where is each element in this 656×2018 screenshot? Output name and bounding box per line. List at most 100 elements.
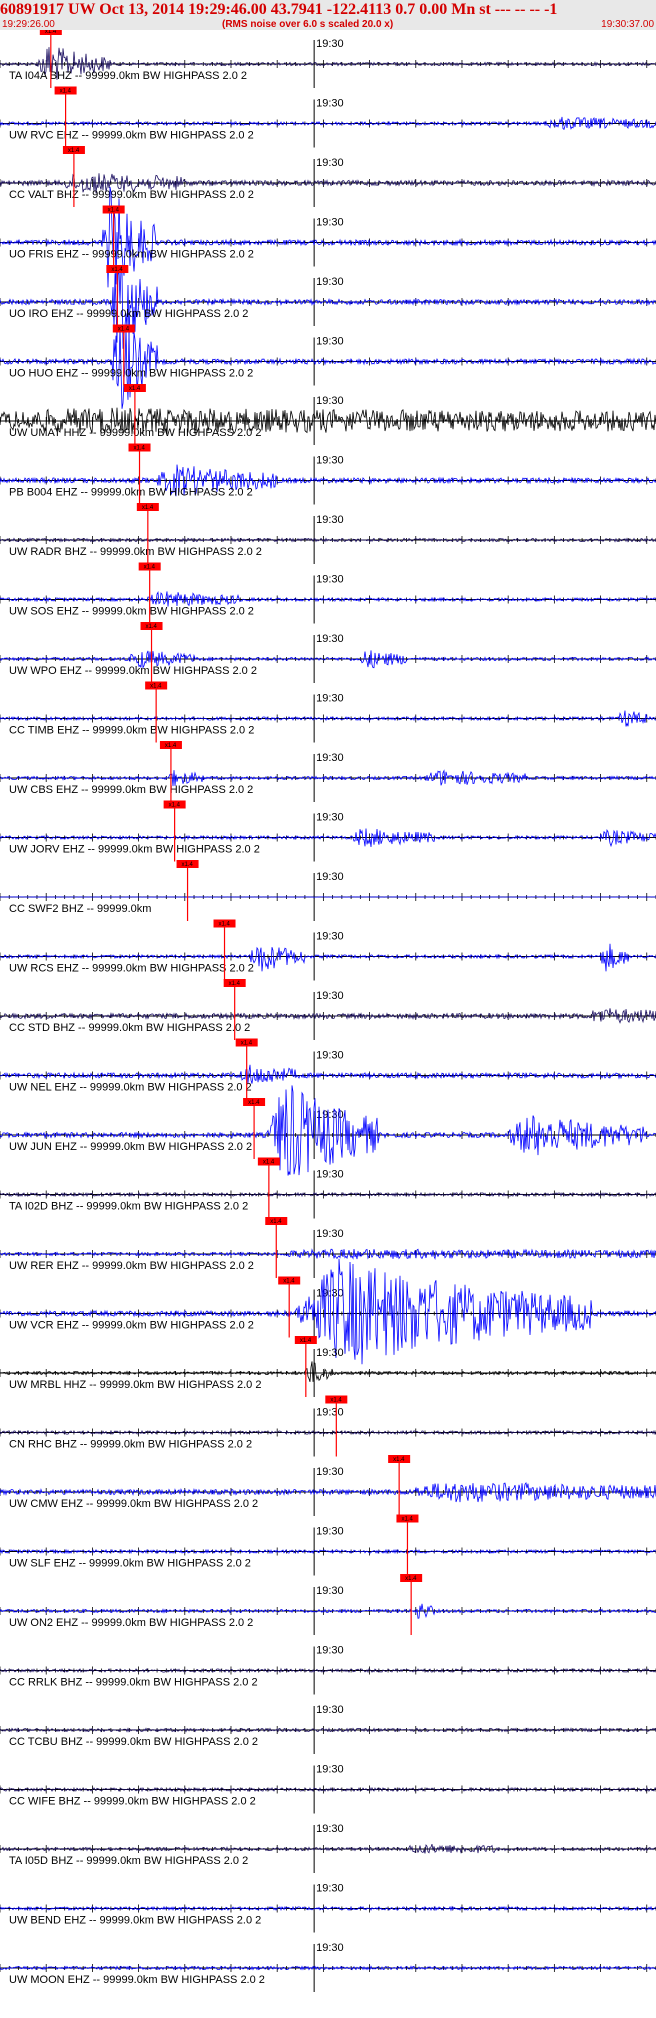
station-label: CC WIFE BHZ -- 99999.0km BW HIGHPASS 2.0… xyxy=(9,1796,256,1808)
pick-label: x1.4 xyxy=(146,624,158,630)
minute-tick-label: 19:30 xyxy=(316,217,344,229)
pick-label: x1.4 xyxy=(300,1338,312,1344)
station-row: 19:30 CC SWF2 BHZ -- 99999.0km x1.4 xyxy=(0,860,656,921)
pick-label: x1.4 xyxy=(129,386,141,392)
minute-tick-label: 19:30 xyxy=(316,1288,344,1300)
minute-tick-label: 19:30 xyxy=(316,1050,344,1062)
minute-tick-label: 19:30 xyxy=(316,1704,344,1716)
station-row: 19:30 UW RVC EHZ -- 99999.0km BW HIGHPASS… xyxy=(0,86,656,148)
minute-tick-label: 19:30 xyxy=(316,98,344,110)
station-row: 19:30 CN RHC BHZ -- 99999.0km BW HIGHPASS… xyxy=(0,1395,656,1457)
station-row: 19:30 UO FRIS EHZ -- 99999.0km BW HIGHPAS… xyxy=(0,186,656,288)
station-row: 19:30 UW MOON EHZ -- 99999.0km BW HIGHPAS… xyxy=(0,1942,656,1992)
station-label: UW RCS EHZ -- 99999.0km BW HIGHPASS 2.0 … xyxy=(9,963,254,975)
pick-label: x1.4 xyxy=(219,922,231,928)
minute-tick-label: 19:30 xyxy=(316,812,344,824)
pick-label: x1.4 xyxy=(229,981,241,987)
station-row: 19:30 UW CBS EHZ -- 99999.0km BW HIGHPASS… xyxy=(0,741,656,802)
minute-tick-label: 19:30 xyxy=(316,990,344,1002)
minute-tick-label: 19:30 xyxy=(316,395,344,407)
waveform-trace xyxy=(0,537,656,543)
pick-label: x1.4 xyxy=(169,803,181,809)
station-row: 19:30 CC WIFE BHZ -- 99999.0km BW HIGHPAS… xyxy=(0,1764,656,1814)
station-row: 19:30UW UMAT HHZ -- 99999.0km BW HIGHPAS… xyxy=(0,384,656,445)
pick-label: x1.4 xyxy=(142,505,154,511)
pick-label: x1.4 xyxy=(270,1219,282,1225)
station-row: 19:30 CC VALT BHZ -- 99999.0km BW HIGHPAS… xyxy=(0,146,656,207)
station-label: CN RHC BHZ -- 99999.0km BW HIGHPASS 2.0 … xyxy=(9,1439,252,1451)
pick-label: x1.4 xyxy=(241,1041,253,1047)
pick-label: x1.4 xyxy=(405,1576,417,1582)
station-label: UO IRO EHZ -- 99999.0km BW HIGHPASS 2.0 … xyxy=(9,308,248,320)
pick-label: x1.4 xyxy=(144,565,156,571)
station-label: TA I05D BHZ -- 99999.0km BW HIGHPASS 2.0… xyxy=(9,1855,248,1867)
station-row: 19:30 PB B004 EHZ -- 99999.0km BW HIGHPAS… xyxy=(0,443,656,505)
pick-label: x1.4 xyxy=(68,148,80,154)
pick-label: x1.4 xyxy=(45,30,57,35)
station-label: UW SOS EHZ -- 99999.0km BW HIGHPASS 2.0 … xyxy=(9,606,254,618)
station-row: 19:30 UW NEL EHZ -- 99999.0km BW HIGHPASS… xyxy=(0,1038,656,1100)
minute-tick-label: 19:30 xyxy=(316,1526,344,1538)
waveform-trace xyxy=(0,590,656,607)
waveform-trace xyxy=(0,1085,656,1176)
pick-label: x1.4 xyxy=(118,327,130,333)
station-label: UW CMW EHZ -- 99999.0km BW HIGHPASS 2.0 … xyxy=(9,1498,258,1510)
minute-tick-label: 19:30 xyxy=(316,693,344,705)
minute-tick-label: 19:30 xyxy=(316,1764,344,1776)
minute-tick-label: 19:30 xyxy=(316,1347,344,1359)
waveform-trace xyxy=(0,186,656,288)
station-label: PB B004 EHZ -- 99999.0km BW HIGHPASS 2.0… xyxy=(9,487,253,499)
pick-label: x1.4 xyxy=(393,1457,405,1463)
seismogram-chart: 19:30 TA I04A BHZ -- 99999.0km BW HIGHPAS… xyxy=(0,30,656,1992)
station-row: 19:30 UW JUN EHZ -- 99999.0km BW HIGHPASS… xyxy=(0,1085,656,1176)
pick-label: x1.4 xyxy=(182,862,194,868)
station-label: UO HUO EHZ -- 99999.0km BW HIGHPASS 2.0 … xyxy=(9,368,253,380)
pick-label: x1.4 xyxy=(248,1100,260,1106)
station-row: 19:30 UW SLF EHZ -- 99999.0km BW HIGHPASS… xyxy=(0,1514,656,1576)
pick-label: x1.4 xyxy=(108,208,120,214)
minute-tick-label: 19:30 xyxy=(316,38,344,50)
pick-label: x1.4 xyxy=(283,1279,295,1285)
station-label: UW MOON EHZ -- 99999.0km BW HIGHPASS 2.0… xyxy=(9,1974,265,1986)
station-label: UW NEL EHZ -- 99999.0km BW HIGHPASS 2.0 … xyxy=(9,1082,252,1094)
minute-tick-label: 19:30 xyxy=(316,455,344,467)
pick-label: x1.4 xyxy=(111,267,123,273)
pick-label: x1.4 xyxy=(263,1160,275,1166)
pick-label: x1.4 xyxy=(165,743,177,749)
header: 60891917 UW Oct 13, 2014 19:29:46.00 43.… xyxy=(0,0,656,30)
station-row: 19:30 UW BEND EHZ -- 99999.0km BW HIGHPAS… xyxy=(0,1883,656,1933)
station-label: CC TCBU BHZ -- 99999.0km BW HIGHPASS 2.0… xyxy=(9,1736,258,1748)
minute-tick-label: 19:30 xyxy=(316,871,344,883)
minute-tick-label: 19:30 xyxy=(316,1109,344,1121)
station-row: 19:30 UW MRBL HHZ -- 99999.0km BW HIGHPAS… xyxy=(0,1336,656,1397)
station-label: UW WPO EHZ -- 99999.0km BW HIGHPASS 2.0 … xyxy=(9,665,257,677)
minute-tick-label: 19:30 xyxy=(316,633,344,645)
station-label: UW RVC EHZ -- 99999.0km BW HIGHPASS 2.0 … xyxy=(9,130,254,142)
pick-label: x1.4 xyxy=(330,1398,342,1404)
minute-tick-label: 19:30 xyxy=(316,1645,344,1657)
station-label: CC RRLK BHZ -- 99999.0km BW HIGHPASS 2.0… xyxy=(9,1677,258,1689)
station-label: UW RER EHZ -- 99999.0km BW HIGHPASS 2.0 … xyxy=(9,1260,254,1272)
station-row: 19:30 UW CMW EHZ -- 99999.0km BW HIGHPASS… xyxy=(0,1455,656,1516)
station-row: 19:30 UW RADR BHZ -- 99999.0km BW HIGHPAS… xyxy=(0,503,656,564)
minute-tick-label: 19:30 xyxy=(316,1466,344,1478)
minute-tick-label: 19:30 xyxy=(316,276,344,288)
station-label: CC TIMB EHZ -- 99999.0km BW HIGHPASS 2.0… xyxy=(9,725,254,737)
station-label: UW CBS EHZ -- 99999.0km BW HIGHPASS 2.0 … xyxy=(9,784,253,796)
station-label: UW BEND EHZ -- 99999.0km BW HIGHPASS 2.0… xyxy=(9,1915,261,1927)
minute-tick-label: 19:30 xyxy=(316,1942,344,1954)
pick-label: x1.4 xyxy=(150,684,162,690)
minute-tick-label: 19:30 xyxy=(316,1585,344,1597)
station-row: 19:30 TA I04A BHZ -- 99999.0km BW HIGHPAS… xyxy=(0,30,656,88)
minute-tick-label: 19:30 xyxy=(316,336,344,348)
station-row: 19:30 CC TIMB EHZ -- 99999.0km BW HIGHPAS… xyxy=(0,681,656,743)
minute-tick-label: 19:30 xyxy=(316,1407,344,1419)
station-row: 19:30 UW SOS EHZ -- 99999.0km BW HIGHPASS… xyxy=(0,562,656,624)
minute-tick-label: 19:30 xyxy=(316,1228,344,1240)
station-row: 19:30 UW RER EHZ -- 99999.0km BW HIGHPASS… xyxy=(0,1217,656,1278)
station-label: UW JUN EHZ -- 99999.0km BW HIGHPASS 2.0 … xyxy=(9,1141,252,1153)
station-label: UO FRIS EHZ -- 99999.0km BW HIGHPASS 2.0… xyxy=(9,249,254,261)
station-row: 19:30 TA I02D BHZ -- 99999.0km BW HIGHPAS… xyxy=(0,1157,656,1219)
station-row: 19:30 CC TCBU BHZ -- 99999.0km BW HIGHPAS… xyxy=(0,1704,656,1754)
station-label: CC VALT BHZ -- 99999.0km BW HIGHPASS 2.0… xyxy=(9,189,254,201)
